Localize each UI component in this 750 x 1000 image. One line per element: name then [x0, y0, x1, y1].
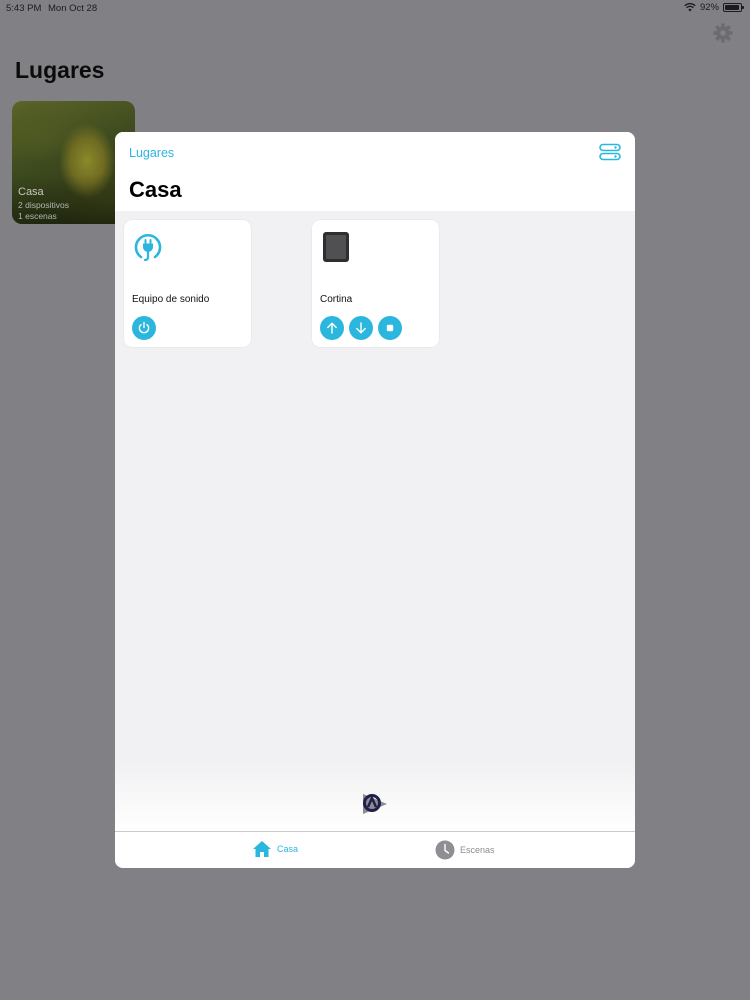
battery-fill [725, 5, 739, 10]
device-card-cortina[interactable]: Cortina [312, 220, 439, 347]
sheet-header: Lugares Casa [115, 132, 635, 211]
device-actions [320, 316, 402, 340]
place-card-devices: 2 dispositivos [18, 200, 70, 210]
wifi-icon [684, 3, 696, 12]
device-name: Equipo de sonido [132, 294, 210, 305]
tab-escenas[interactable]: Escenas [435, 840, 495, 860]
battery-icon [723, 3, 744, 12]
sheet-title: Casa [129, 177, 182, 202]
arrow-up-icon [327, 322, 337, 334]
home-icon [253, 841, 271, 857]
place-card-name: Casa [18, 186, 44, 198]
power-icon [138, 321, 150, 334]
place-card-scenes: 1 escenas [18, 211, 57, 221]
status-date: Mon Oct 28 [48, 3, 98, 14]
settings-gear-icon[interactable] [712, 22, 734, 44]
device-actions [132, 316, 156, 340]
tab-label: Casa [277, 844, 299, 854]
battery-percent: 92% [699, 2, 719, 13]
device-card-equipo-de-sonido[interactable]: Equipo de sonido [124, 220, 251, 347]
place-detail-sheet: Lugares Casa Equipo de sonido Cortina Ca… [115, 132, 635, 868]
tab-casa[interactable]: Casa [252, 840, 298, 858]
device-name: Cortina [320, 294, 353, 305]
stop-button[interactable] [378, 316, 402, 340]
arrow-down-icon [356, 322, 366, 334]
lower-button[interactable] [349, 316, 373, 340]
back-button[interactable]: Lugares [129, 146, 174, 160]
app-logo-icon [363, 794, 387, 814]
stop-icon [386, 324, 394, 332]
status-right: 92% [684, 2, 744, 13]
tab-bar: Casa Escenas [115, 831, 635, 868]
status-bar: 5:43 PM Mon Oct 28 92% [0, 0, 750, 16]
power-button[interactable] [132, 316, 156, 340]
server-list-icon[interactable] [599, 143, 621, 161]
raise-button[interactable] [320, 316, 344, 340]
background-page-title: Lugares [15, 57, 105, 83]
clock-icon [435, 840, 455, 860]
tab-label: Escenas [460, 845, 495, 855]
tablet-icon [323, 232, 349, 262]
plug-icon [134, 234, 162, 262]
status-time: 5:43 PM [6, 3, 42, 14]
